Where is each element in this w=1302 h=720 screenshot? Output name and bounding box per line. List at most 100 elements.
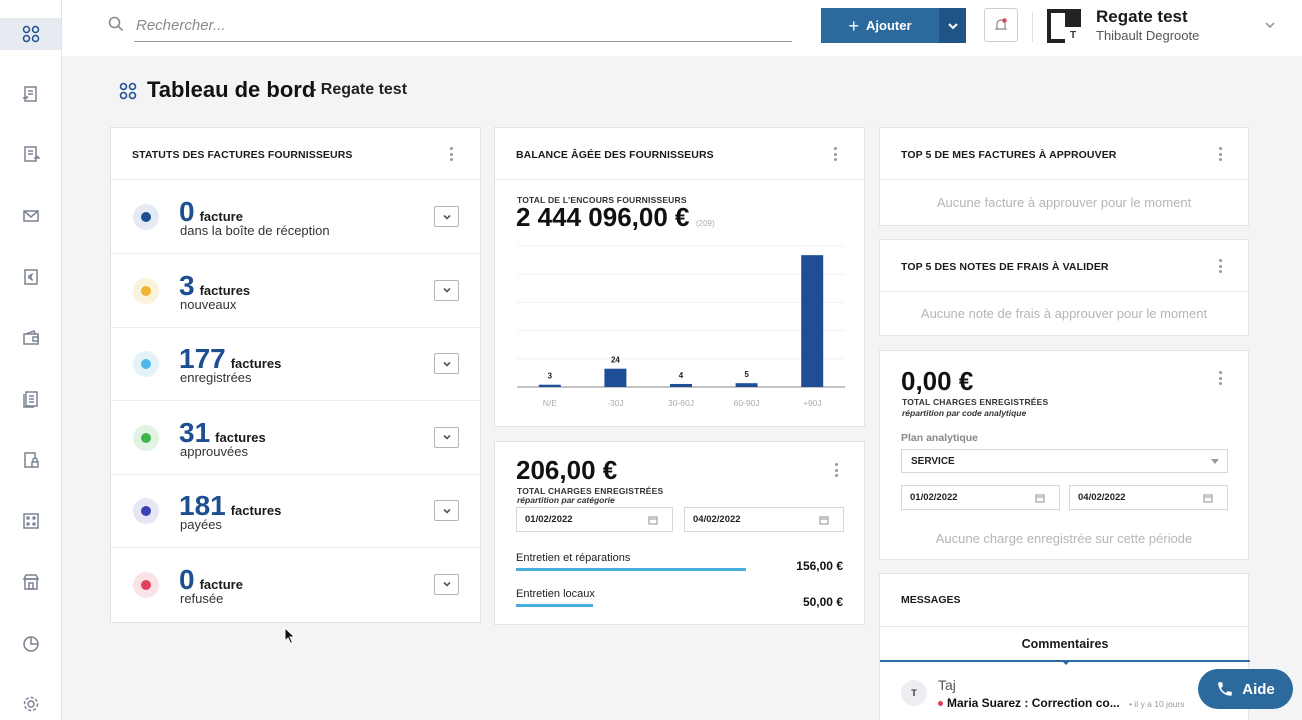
- status-dot: [133, 498, 159, 524]
- x-tick-label: N/E: [543, 398, 558, 408]
- card-title: STATUTS DES FACTURES FOURNISSEURS: [132, 149, 353, 161]
- message-time: • il y a 10 jours: [1129, 699, 1185, 709]
- sidebar-item-reports[interactable]: [5, 628, 57, 660]
- status-row[interactable]: 3 factures nouveaux: [111, 255, 480, 328]
- company-avatar[interactable]: T: [1047, 9, 1081, 43]
- date-to-field[interactable]: 04/02/2022: [684, 507, 844, 532]
- sidebar-item-suppliers[interactable]: [5, 566, 57, 598]
- more-options-icon[interactable]: [832, 147, 838, 161]
- plan-value: SERVICE: [911, 455, 955, 467]
- calendar-icon: [648, 516, 658, 525]
- status-row[interactable]: 0 facture refusée: [111, 549, 480, 622]
- status-row[interactable]: 177 factures enregistrées: [111, 328, 480, 401]
- message-text: Maria Suarez : Correction co...: [947, 696, 1120, 710]
- plan-select[interactable]: SERVICE: [901, 449, 1228, 473]
- company-name[interactable]: Regate test: [1096, 7, 1188, 27]
- x-tick-label: -30J: [607, 398, 624, 408]
- status-expand-button[interactable]: [434, 426, 459, 448]
- total-count: (209): [695, 219, 715, 228]
- message-author: Taj: [938, 677, 956, 693]
- grid-icon: [23, 513, 39, 529]
- status-expand-button[interactable]: [434, 500, 459, 521]
- date-from-field[interactable]: 01/02/2022: [901, 485, 1060, 510]
- tab-comments-label: Commentaires: [1021, 636, 1109, 651]
- chevron-down-icon: [947, 22, 958, 29]
- sidebar-item-documents[interactable]: [5, 383, 57, 415]
- status-dot: [133, 277, 159, 304]
- sidebar-item-mail[interactable]: [5, 200, 57, 232]
- more-options-icon[interactable]: [833, 463, 839, 477]
- status-dot-fill: [141, 506, 151, 516]
- status-dot-fill: [141, 432, 151, 443]
- date-to-field[interactable]: 04/02/2022: [1069, 485, 1228, 510]
- add-button-label: Ajouter: [866, 18, 912, 33]
- sidebar-item-dashboard[interactable]: [0, 18, 61, 50]
- status-unit: facture: [199, 209, 243, 224]
- more-options-icon[interactable]: [1217, 371, 1223, 385]
- date-to-value: 04/02/2022: [1078, 492, 1126, 503]
- notifications-button[interactable]: [984, 8, 1018, 42]
- charges-amount: 206,00 €: [516, 455, 618, 485]
- status-count: 0 facture: [179, 198, 243, 226]
- top-expenses-card: TOP 5 DES NOTES DE FRAIS À VALIDER Aucun…: [879, 239, 1249, 336]
- add-button[interactable]: + Ajouter: [821, 8, 939, 43]
- messages-card: MESSAGES Commentaires T Taj Maria Suarez…: [879, 573, 1250, 720]
- status-count: 3 factures: [179, 271, 250, 300]
- status-unit: factures: [230, 356, 282, 371]
- page-title: Tableau de bord: [147, 77, 316, 102]
- document-logo-icon: [1051, 13, 1065, 39]
- aged-balance-card: BALANCE ÂGÉE DES FOURNISSEURS TOTAL DE L…: [494, 127, 865, 427]
- status-row[interactable]: 181 factures payées: [111, 475, 480, 548]
- avatar: T: [901, 680, 927, 706]
- status-expand-button[interactable]: [434, 573, 459, 595]
- chevron-down-icon: [442, 361, 451, 367]
- chevron-down-icon[interactable]: [1264, 18, 1276, 30]
- store-icon: [22, 574, 40, 590]
- sidebar-item-payments[interactable]: [5, 322, 57, 354]
- empty-message: Aucune note de frais à approuver pour le…: [920, 306, 1208, 321]
- status-count: 0 facture: [179, 565, 243, 594]
- sidebar-item-secure-documents[interactable]: [5, 444, 57, 476]
- invoice-status-card: STATUTS DES FACTURES FOURNISSEURS 0 factu…: [110, 127, 481, 623]
- card-title: MESSAGES: [901, 594, 961, 606]
- sidebar-item-supplier-invoices[interactable]: [5, 78, 57, 110]
- status-expand-button[interactable]: [434, 353, 459, 374]
- add-dropdown-toggle[interactable]: [939, 8, 966, 43]
- message-item[interactable]: Maria Suarez : Correction co... • il y a…: [938, 696, 1184, 710]
- sidebar-item-settings[interactable]: [5, 688, 57, 720]
- card-header: STATUTS DES FACTURES FOURNISSEURS: [111, 128, 480, 180]
- card-title: BALANCE ÂGÉE DES FOURNISSEURS: [516, 149, 714, 161]
- tab-comments[interactable]: Commentaires: [880, 626, 1250, 662]
- help-button[interactable]: Aide: [1198, 669, 1293, 709]
- status-row[interactable]: 0 facture dans la boîte de réception: [111, 181, 480, 254]
- phone-icon: [1218, 682, 1232, 696]
- status-expand-button[interactable]: [434, 279, 459, 301]
- chart-bar: [604, 368, 627, 387]
- top-bar: + Ajouter T Regate test Thibault Degroot…: [62, 0, 1302, 56]
- status-dot: [133, 351, 159, 377]
- category-progress-bar: [516, 568, 746, 571]
- charges-sub: répartition par catégorie: [517, 495, 615, 505]
- chevron-down-icon: [442, 434, 451, 440]
- data-label: 3: [548, 372, 553, 381]
- sidebar-item-client-invoices[interactable]: [5, 138, 57, 170]
- card-header: BALANCE ÂGÉE DES FOURNISSEURS: [495, 128, 864, 180]
- status-row[interactable]: 31 factures approuvées: [111, 402, 480, 475]
- sidebar-item-expenses[interactable]: [5, 261, 57, 293]
- analytic-label: TOTAL CHARGES ENREGISTRÉES: [902, 397, 1049, 407]
- status-expand-button[interactable]: [434, 206, 459, 227]
- date-from-field[interactable]: 01/02/2022: [516, 507, 673, 532]
- analytic-sub: répartition par code analytique: [902, 408, 1027, 418]
- page-subtitle: - Regate test: [311, 81, 408, 98]
- more-options-icon[interactable]: [448, 147, 454, 161]
- card-title: TOP 5 DE MES FACTURES À APPROUVER: [901, 149, 1117, 161]
- more-options-icon[interactable]: [1217, 147, 1223, 161]
- status-dot-fill: [141, 579, 151, 590]
- search-input[interactable]: [134, 10, 792, 42]
- total-amount: 2 444 096,00 €: [516, 202, 690, 232]
- charges-by-analytic-card: 0,00 € TOTAL CHARGES ENREGISTRÉES répart…: [879, 350, 1249, 560]
- status-label: payées: [180, 517, 222, 532]
- more-options-icon[interactable]: [1217, 259, 1223, 273]
- sidebar-item-grid[interactable]: [5, 505, 57, 537]
- sidebar: [0, 0, 62, 720]
